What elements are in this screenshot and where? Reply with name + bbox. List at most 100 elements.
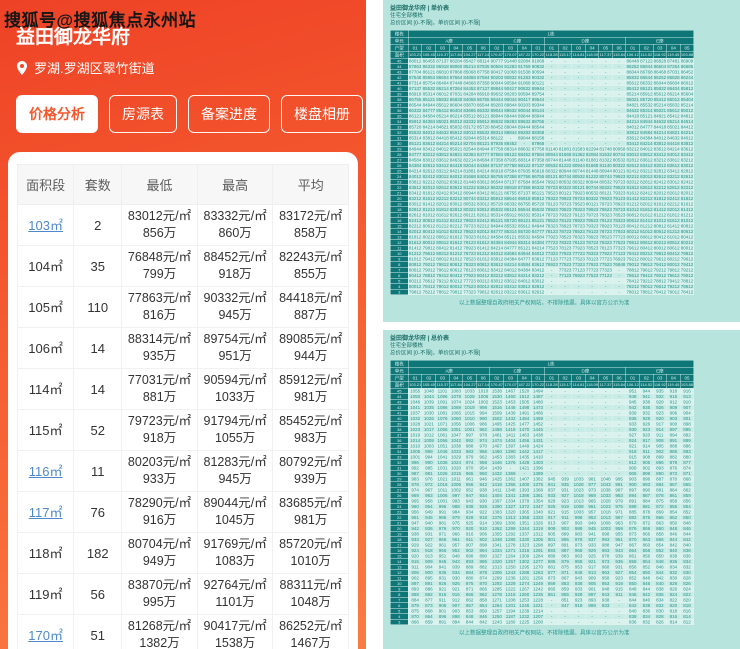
grid-row: 44 87863 86332 86918 88060 85214 87935 90594 912… <box>390 63 695 70</box>
header-avg-price: 平均 <box>272 164 349 205</box>
price-cell: 1033 <box>598 492 613 499</box>
price-cell: 85720 <box>489 201 504 207</box>
record-progress-button[interactable]: 备案进度 <box>188 95 270 133</box>
price-cell: 83812 <box>625 129 640 136</box>
price-cell: 1029 <box>448 454 463 460</box>
price-cell: 79323 <box>612 190 627 196</box>
price-cell: 1445 <box>530 426 546 433</box>
price-cell: 77723 <box>558 256 573 262</box>
price-cell: 1390 <box>503 448 518 455</box>
max-price: 81283元/㎡ 945万 <box>196 450 274 492</box>
price-cell: 80212 <box>625 228 640 235</box>
price-cell: 87584 <box>503 168 518 174</box>
price-cell: 1032 <box>407 415 423 422</box>
price-cell: 81812 <box>625 184 640 191</box>
summary-row: 170㎡ 51 81268元/㎡ 1382万 90417元/㎡ 1538万 86252元/㎡… <box>16 614 349 649</box>
max-price: 91794元/㎡ 1055万 <box>196 409 274 451</box>
price-cell: 78612 <box>421 278 436 284</box>
price-cell: 86121 <box>530 190 546 196</box>
price-cell: 86121 <box>639 85 654 92</box>
album-button[interactable]: 楼盘相册 <box>281 95 363 133</box>
price-cell: 82812 <box>435 179 450 185</box>
price-cell: 77923 <box>558 250 573 257</box>
price-cell: 80012 <box>679 245 695 251</box>
price-cell: 80412 <box>652 234 667 240</box>
price-cell: 83012 <box>652 162 667 169</box>
price-analysis-button[interactable]: 价格分析 <box>16 95 98 133</box>
grid-row: 33 85720 84214 84821 85832 83172 85720 88452 890… <box>390 124 695 130</box>
price-cell: 85214 <box>679 102 695 108</box>
price-cell: 1031 <box>435 465 450 471</box>
min-price: 79723元/㎡ 918万 <box>121 409 198 451</box>
price-cell: 1425 <box>489 476 504 482</box>
area-link[interactable]: 103㎡ <box>28 218 63 233</box>
price-cell: 80012 <box>421 239 436 246</box>
area-link[interactable]: 170㎡ <box>28 628 63 643</box>
price-cell: 89144 <box>530 107 546 114</box>
price-cell: 85832 <box>625 74 640 81</box>
price-cell: 81412 <box>407 245 423 251</box>
price-cell: 87137 <box>489 162 504 169</box>
grid-row: 19 83012 81412 82012 83012 80532 83012 85720 863… <box>390 201 695 207</box>
summary-row: 106㎡ 14 88314元/㎡ 935万 89754元/㎡ 951万 89085元/㎡ 94… <box>16 327 349 369</box>
price-cell: 88314 <box>503 146 518 152</box>
price-cell: 1292 <box>503 531 518 537</box>
price-cell: 78523 <box>585 245 600 251</box>
price-cell: 82412 <box>666 195 681 202</box>
price-cell: 80532 <box>585 190 600 196</box>
price-cell: 84384 <box>517 267 532 273</box>
price-cell: 82084 <box>585 151 600 158</box>
price-cell: 86810 <box>435 69 450 75</box>
price-cell: 85214 <box>652 102 667 108</box>
price-cell: 80121 <box>571 184 586 191</box>
price-cell: 81412 <box>435 217 450 224</box>
price-cell: 84384 <box>503 256 518 262</box>
price-cell: 1021 <box>421 421 436 427</box>
price-cell: 88122 <box>489 135 504 141</box>
price-cell: 81612 <box>639 212 654 218</box>
price-cell: 1242 <box>530 586 546 592</box>
price-cell: 1256 <box>530 575 546 581</box>
price-cell: 80532 <box>462 201 477 207</box>
price-cell: 1305 <box>530 536 546 543</box>
price-cell: 79723 <box>462 223 477 229</box>
price-cell: 84214 <box>625 118 640 125</box>
price-cell: 1055 <box>407 388 423 394</box>
price-cell: 85832 <box>435 96 450 103</box>
unit-count: 51 <box>73 614 123 649</box>
price-cell: 81140 <box>571 157 586 163</box>
listings-button[interactable]: 房源表 <box>109 95 177 133</box>
price-cell: 79923 <box>571 190 586 196</box>
price-cell: 1376 <box>503 459 518 466</box>
price-cell: 85412 <box>448 135 463 141</box>
price-cell: 89944 <box>530 85 546 92</box>
price-cell: 88755 <box>530 118 546 125</box>
price-cell: 86755 <box>530 173 546 180</box>
price-cell: 82844 <box>462 135 477 141</box>
summary-row: 115㎡ 52 79723元/㎡ 918万 91794元/㎡ 1055万 85452元/㎡ 9… <box>16 409 349 451</box>
price-cell: 1250 <box>503 564 518 570</box>
price-cell: 83812 <box>407 179 423 185</box>
price-cell: 79723 <box>558 201 573 207</box>
price-cell: 88122 <box>517 162 532 169</box>
price-cell: 1502 <box>489 415 504 422</box>
price-cell: 86755 <box>476 96 491 103</box>
area-label: 115㎡ <box>28 422 63 438</box>
price-cell: 81412 <box>625 195 640 202</box>
price-cell: 86604 <box>652 63 667 70</box>
price-cell: 80958 <box>612 146 627 152</box>
price-cell: 1260 <box>517 591 532 598</box>
price-cell: 1327 <box>489 553 504 559</box>
price-cell: 85612 <box>448 129 463 136</box>
price-cell: 82012 <box>435 201 450 207</box>
price-summary-card: 面积段 套数 最低 最高 平均 103㎡ 2 83012元/㎡ 856万 83332元/… <box>8 152 358 649</box>
price-cell: 82412 <box>679 179 695 185</box>
area-link[interactable]: 116㎡ <box>29 464 63 479</box>
price-cell: 78723 <box>462 250 477 257</box>
price-cell: 1035 <box>421 404 436 411</box>
price-summary-table: 面积段 套数 最低 最高 平均 103㎡ 2 83012元/㎡ 856万 83332元/… <box>16 164 349 649</box>
price-cell: 79323 <box>558 212 573 218</box>
price-cell: 79123 <box>544 201 559 207</box>
area-link[interactable]: 117㎡ <box>29 505 63 520</box>
price-cell: - <box>544 289 559 295</box>
